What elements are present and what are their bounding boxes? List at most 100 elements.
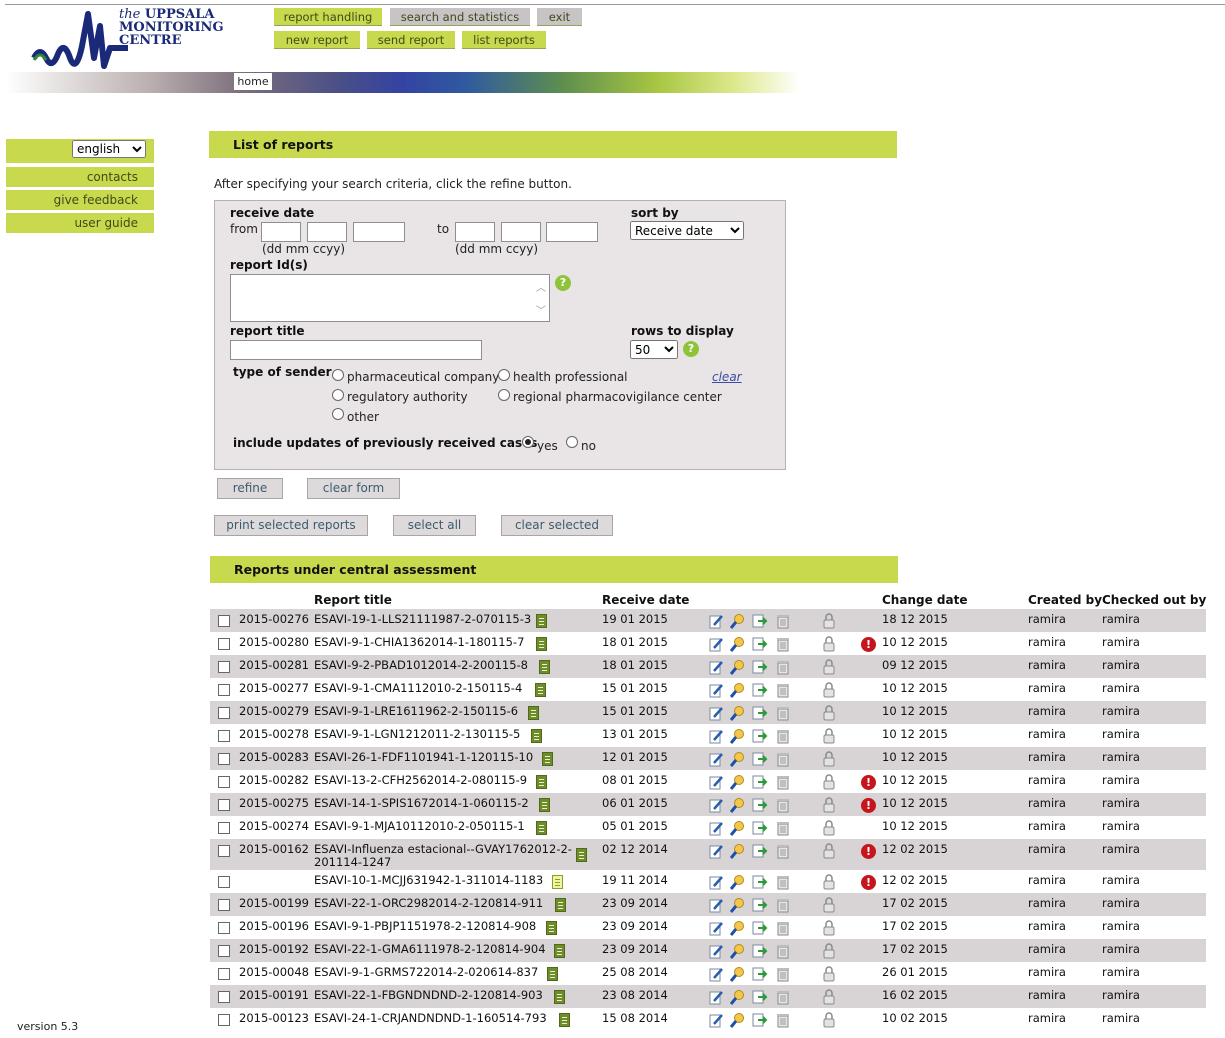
report-title[interactable]: ESAVI-22-1-FBGNDNDND-2-120814-903 (314, 988, 543, 1002)
trash-icon[interactable] (775, 897, 791, 913)
edit-icon[interactable] (708, 1012, 724, 1028)
document-icon[interactable] (536, 637, 547, 651)
search-icon[interactable] (730, 751, 746, 767)
row-checkbox[interactable] (218, 638, 230, 650)
document-icon[interactable] (531, 729, 542, 743)
alert-icon[interactable]: ! (861, 844, 876, 859)
from-year-input[interactable] (353, 222, 405, 242)
trash-icon[interactable] (775, 613, 791, 629)
search-icon[interactable] (730, 943, 746, 959)
edit-icon[interactable] (708, 843, 724, 859)
lock-icon[interactable] (821, 797, 837, 813)
from-day-input[interactable] (261, 222, 301, 242)
umc-logo[interactable]: the UPPSALA MONITORING CENTRE (30, 8, 230, 70)
export-icon[interactable] (752, 682, 768, 698)
report-title[interactable]: ESAVI-13-2-CFH2562014-2-080115-9 (314, 773, 527, 787)
document-icon[interactable] (539, 660, 550, 674)
refine-button[interactable]: refine (217, 478, 283, 499)
export-icon[interactable] (752, 774, 768, 790)
trash-icon[interactable] (775, 989, 791, 1005)
search-icon[interactable] (730, 636, 746, 652)
export-icon[interactable] (752, 705, 768, 721)
table-row[interactable]: 2015-00278 ESAVI-9-1-LGN1212011-2-130115-… (210, 724, 1206, 747)
edit-icon[interactable] (708, 659, 724, 675)
table-row[interactable]: 2015-00280 ESAVI-9-1-CHIA1362014-1-180115… (210, 632, 1206, 655)
rows-help-icon[interactable]: ? (683, 341, 699, 357)
table-row[interactable]: 2015-00196 ESAVI-9-1-PBJP1151978-2-120814… (210, 916, 1206, 939)
row-checkbox[interactable] (218, 707, 230, 719)
sender-health-professional-radio[interactable] (498, 369, 510, 381)
trash-icon[interactable] (775, 705, 791, 721)
document-icon[interactable] (536, 821, 547, 835)
edit-icon[interactable] (708, 874, 724, 890)
include-updates-no-radio[interactable] (566, 436, 578, 448)
document-icon[interactable] (576, 848, 587, 862)
report-title[interactable]: ESAVI-9-1-GRMS722014-2-020614-837 (314, 965, 538, 979)
document-icon[interactable] (559, 1013, 570, 1027)
home-link[interactable]: home (234, 73, 272, 90)
search-icon[interactable] (730, 613, 746, 629)
document-icon[interactable] (554, 944, 565, 958)
trash-icon[interactable] (775, 797, 791, 813)
row-checkbox[interactable] (218, 945, 230, 957)
lock-icon[interactable] (821, 843, 837, 859)
document-icon[interactable] (555, 898, 566, 912)
lock-icon[interactable] (821, 613, 837, 629)
edit-icon[interactable] (708, 636, 724, 652)
table-row[interactable]: 2015-00277 ESAVI-9-1-CMA1112010-2-150115-… (210, 678, 1206, 701)
export-icon[interactable] (752, 843, 768, 859)
trash-icon[interactable] (775, 774, 791, 790)
edit-icon[interactable] (708, 728, 724, 744)
edit-icon[interactable] (708, 966, 724, 982)
search-icon[interactable] (730, 989, 746, 1005)
document-icon[interactable] (536, 775, 547, 789)
table-row[interactable]: 2015-00123 ESAVI-24-1-CRJANDNDND-1-160514… (210, 1008, 1206, 1031)
row-checkbox[interactable] (218, 845, 230, 857)
report-ids-help-icon[interactable]: ? (555, 275, 571, 291)
document-icon[interactable] (547, 967, 558, 981)
rows-to-display-select[interactable]: 50 (630, 340, 678, 359)
row-checkbox[interactable] (218, 899, 230, 911)
col-checked-out-by[interactable]: Checked out by (1102, 593, 1206, 607)
report-title[interactable]: ESAVI-Influenza estacional--GVAY1762012-… (314, 842, 572, 856)
edit-icon[interactable] (708, 920, 724, 936)
lock-icon[interactable] (821, 728, 837, 744)
edit-icon[interactable] (708, 751, 724, 767)
lock-icon[interactable] (821, 820, 837, 836)
document-icon[interactable] (554, 990, 565, 1004)
trash-icon[interactable] (775, 751, 791, 767)
search-icon[interactable] (730, 728, 746, 744)
sidebar-item-give-feedback[interactable]: give feedback (6, 190, 154, 210)
report-ids-textarea[interactable]: ︿ ﹀ (230, 274, 550, 322)
export-icon[interactable] (752, 751, 768, 767)
document-icon[interactable] (539, 798, 550, 812)
alert-icon[interactable]: ! (861, 798, 876, 813)
row-checkbox[interactable] (218, 776, 230, 788)
row-checkbox[interactable] (218, 730, 230, 742)
table-row[interactable]: 2015-00276 ESAVI-19-1-LLS21111987-2-07011… (210, 609, 1206, 632)
row-checkbox[interactable] (218, 922, 230, 934)
lock-icon[interactable] (821, 659, 837, 675)
row-checkbox[interactable] (218, 1014, 230, 1026)
export-icon[interactable] (752, 636, 768, 652)
search-icon[interactable] (730, 705, 746, 721)
nav-exit[interactable]: exit (537, 8, 582, 26)
search-icon[interactable] (730, 682, 746, 698)
table-row[interactable]: 2015-00048 ESAVI-9-1-GRMS722014-2-020614-… (210, 962, 1206, 985)
export-icon[interactable] (752, 943, 768, 959)
col-created-by[interactable]: Created by (1028, 593, 1102, 607)
trash-icon[interactable] (775, 920, 791, 936)
report-title-input[interactable] (230, 340, 482, 360)
select-all-button[interactable]: select all (393, 515, 476, 536)
edit-icon[interactable] (708, 820, 724, 836)
row-checkbox[interactable] (218, 615, 230, 627)
report-title[interactable]: ESAVI-9-1-CHIA1362014-1-180115-7 (314, 635, 524, 649)
export-icon[interactable] (752, 797, 768, 813)
table-row[interactable]: ESAVI-10-1-MCJJ631942-1-311014-1183 19 11… (210, 870, 1206, 893)
search-icon[interactable] (730, 797, 746, 813)
trash-icon[interactable] (775, 659, 791, 675)
trash-icon[interactable] (775, 682, 791, 698)
report-title[interactable]: ESAVI-9-1-CMA1112010-2-150115-4 (314, 681, 522, 695)
search-icon[interactable] (730, 774, 746, 790)
lock-icon[interactable] (821, 989, 837, 1005)
